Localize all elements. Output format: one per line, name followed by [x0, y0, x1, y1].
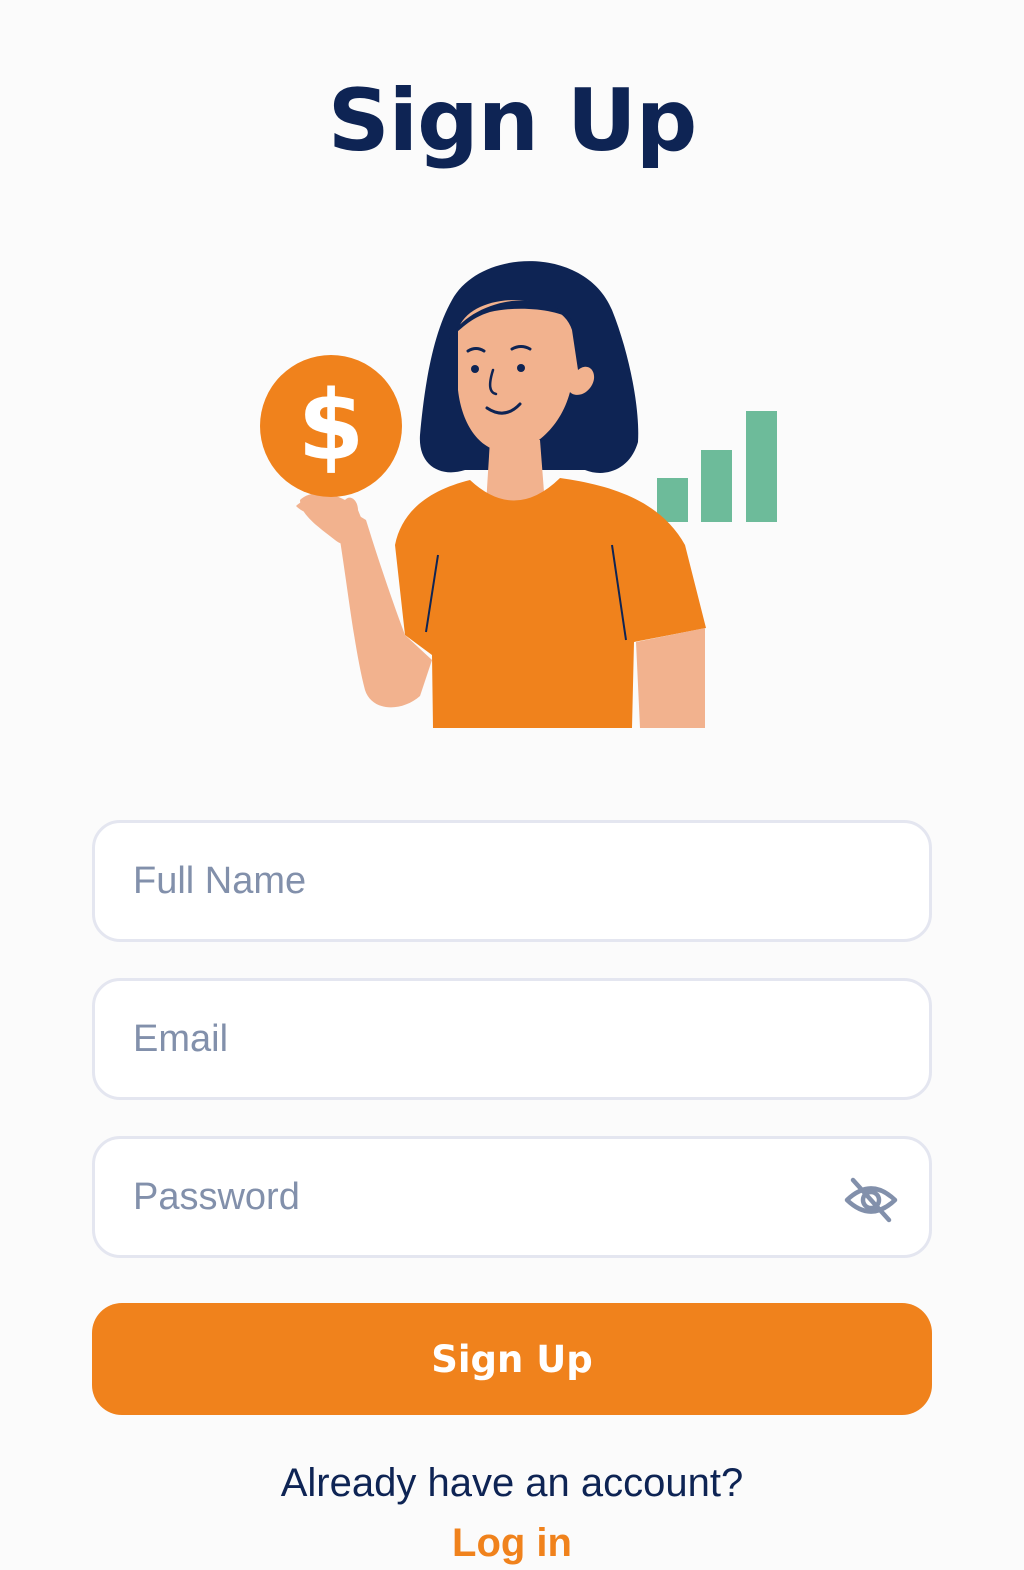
password-input[interactable]	[133, 1139, 833, 1255]
eye-off-icon[interactable]	[843, 1175, 899, 1225]
email-input[interactable]	[133, 981, 833, 1097]
chart-bar	[746, 411, 777, 522]
coin-symbol: $	[298, 370, 365, 482]
full-name-input[interactable]	[133, 823, 833, 939]
woman-holding-coin-illustration: $	[260, 261, 777, 728]
login-link[interactable]: Log in	[0, 1516, 1024, 1570]
page-title: Sign Up	[327, 71, 698, 171]
email-field[interactable]	[92, 978, 932, 1100]
login-prompt: Already have an account?	[280, 1461, 744, 1505]
chart-bar	[657, 478, 688, 522]
sign-up-button[interactable]: Sign Up	[92, 1303, 932, 1415]
dollar-coin-icon: $	[260, 355, 402, 497]
password-field[interactable]	[92, 1136, 932, 1258]
full-name-field[interactable]	[92, 820, 932, 942]
bar-chart-icon	[657, 411, 777, 522]
chart-bar	[701, 450, 732, 522]
